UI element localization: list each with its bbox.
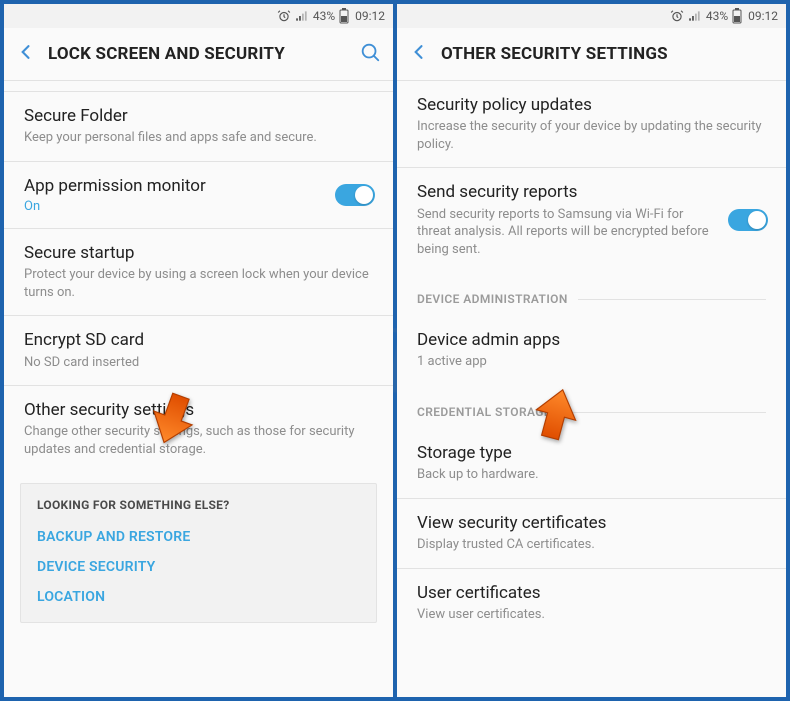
section-credential-storage: CREDENTIAL STORAGE bbox=[397, 385, 786, 429]
item-secure-startup[interactable]: Secure startup Protect your device by us… bbox=[4, 229, 393, 315]
signal-icon bbox=[295, 9, 309, 23]
item-user-certificates[interactable]: User certificates View user certificates… bbox=[397, 569, 786, 638]
status-time: 09:12 bbox=[748, 9, 778, 23]
sub: View user certificates. bbox=[417, 606, 766, 624]
settings-list: Security policy updates Increase the sec… bbox=[397, 80, 786, 697]
label: Storage type bbox=[417, 443, 766, 464]
item-view-security-certificates[interactable]: View security certificates Display trust… bbox=[397, 499, 786, 568]
right-screen: 43% 09:12 OTHER SECURITY SETTINGS Securi… bbox=[397, 4, 786, 697]
status-time: 09:12 bbox=[355, 9, 385, 23]
toggle-switch[interactable] bbox=[728, 209, 768, 231]
item-send-security-reports[interactable]: Send security reports Send security repo… bbox=[397, 168, 786, 272]
battery-pct: 43% bbox=[706, 9, 728, 23]
back-icon[interactable] bbox=[409, 42, 429, 66]
signal-icon bbox=[688, 9, 702, 23]
item-other-security-settings[interactable]: Other security settings Change other sec… bbox=[4, 386, 393, 472]
item-device-admin-apps[interactable]: Device admin apps 1 active app bbox=[397, 316, 786, 385]
page-title: OTHER SECURITY SETTINGS bbox=[441, 44, 774, 64]
item-app-permission-monitor[interactable]: App permission monitor On bbox=[4, 162, 393, 228]
label: Device admin apps bbox=[417, 330, 766, 351]
sub: Keep your personal files and apps safe a… bbox=[24, 129, 373, 147]
link-backup-restore[interactable]: BACKUP AND RESTORE bbox=[37, 522, 360, 552]
sub: No SD card inserted bbox=[24, 354, 373, 372]
section-device-administration: DEVICE ADMINISTRATION bbox=[397, 272, 786, 316]
battery-icon bbox=[732, 8, 742, 24]
status-bar: 43% 09:12 bbox=[397, 4, 786, 28]
left-screen: 43% 09:12 LOCK SCREEN AND SECURITY Secur… bbox=[4, 4, 393, 697]
battery-icon bbox=[339, 8, 349, 24]
settings-list: Secure Folder Keep your personal files a… bbox=[4, 80, 393, 697]
sub: Protect your device by using a screen lo… bbox=[24, 266, 373, 301]
label: Secure startup bbox=[24, 243, 373, 264]
search-icon[interactable] bbox=[359, 41, 381, 67]
status: On bbox=[24, 199, 323, 214]
label: Send security reports bbox=[417, 182, 716, 203]
app-header: LOCK SCREEN AND SECURITY bbox=[4, 28, 393, 80]
label: Other security settings bbox=[24, 400, 373, 421]
label: View security certificates bbox=[417, 513, 766, 534]
label: App permission monitor bbox=[24, 176, 323, 197]
label: Encrypt SD card bbox=[24, 330, 373, 351]
link-device-security[interactable]: DEVICE SECURITY bbox=[37, 552, 360, 582]
back-icon[interactable] bbox=[16, 42, 36, 66]
sub: Back up to hardware. bbox=[417, 466, 766, 484]
item-storage-type[interactable]: Storage type Back up to hardware. bbox=[397, 429, 786, 498]
toggle-switch[interactable] bbox=[335, 184, 375, 206]
sub: Change other security settings, such as … bbox=[24, 423, 373, 458]
link-location[interactable]: LOCATION bbox=[37, 582, 360, 612]
item-security-policy-updates[interactable]: Security policy updates Increase the sec… bbox=[397, 81, 786, 167]
page-title: LOCK SCREEN AND SECURITY bbox=[48, 44, 347, 64]
sub: Display trusted CA certificates. bbox=[417, 536, 766, 554]
label: Secure Folder bbox=[24, 106, 373, 127]
item-secure-folder[interactable]: Secure Folder Keep your personal files a… bbox=[4, 92, 393, 161]
label: User certificates bbox=[417, 583, 766, 604]
footer-card: LOOKING FOR SOMETHING ELSE? BACKUP AND R… bbox=[20, 483, 377, 623]
app-header: OTHER SECURITY SETTINGS bbox=[397, 28, 786, 80]
alarm-icon bbox=[277, 9, 291, 23]
item-encrypt-sd[interactable]: Encrypt SD card No SD card inserted bbox=[4, 316, 393, 385]
sub: 1 active app bbox=[417, 353, 766, 371]
sub: Increase the security of your device by … bbox=[417, 118, 766, 153]
footer-title: LOOKING FOR SOMETHING ELSE? bbox=[37, 498, 360, 512]
status-bar: 43% 09:12 bbox=[4, 4, 393, 28]
battery-pct: 43% bbox=[313, 9, 335, 23]
label: Security policy updates bbox=[417, 95, 766, 116]
alarm-icon bbox=[670, 9, 684, 23]
sub: Send security reports to Samsung via Wi-… bbox=[417, 206, 716, 259]
